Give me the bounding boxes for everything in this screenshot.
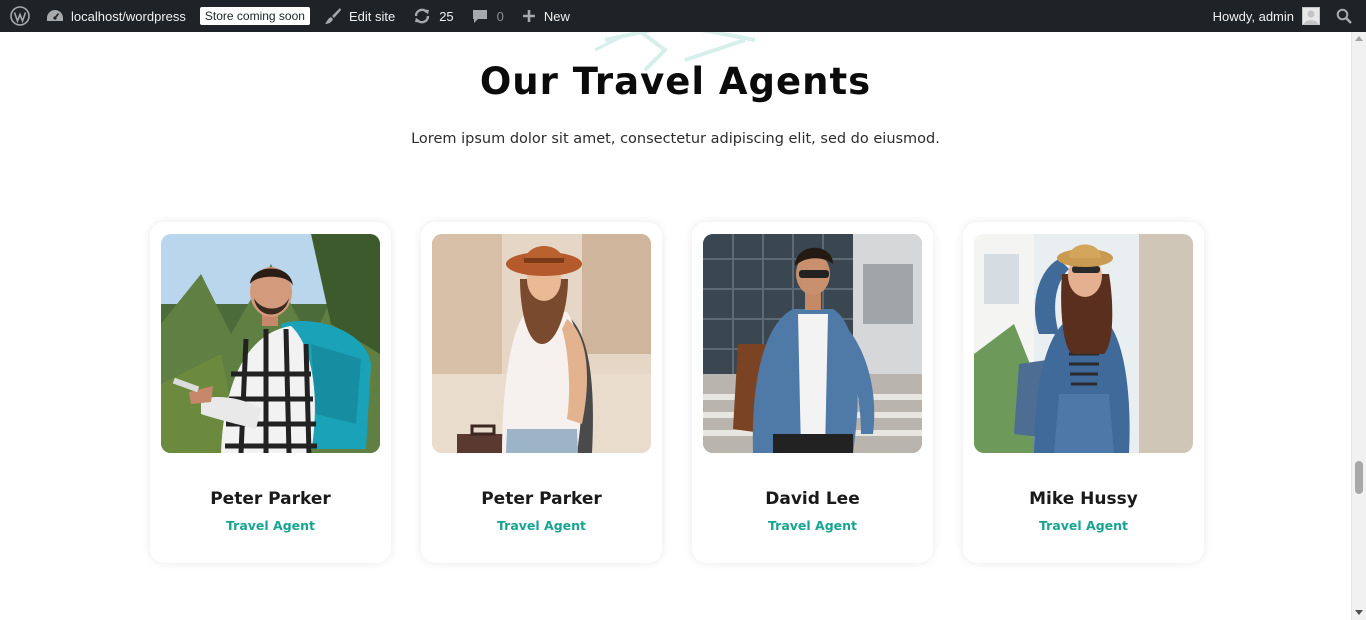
- agent-name: Peter Parker: [210, 489, 331, 509]
- agent-role: Travel Agent: [497, 518, 586, 533]
- agent-name: David Lee: [765, 489, 860, 509]
- edit-site-link[interactable]: Edit site: [316, 0, 401, 32]
- agent-card[interactable]: Mike Hussy Travel Agent: [963, 222, 1204, 563]
- agent-card[interactable]: David Lee Travel Agent: [692, 222, 933, 563]
- agent-name: Peter Parker: [481, 489, 602, 509]
- agent-card[interactable]: Peter Parker Travel Agent: [150, 222, 391, 563]
- store-status-link[interactable]: Store coming soon: [192, 0, 316, 32]
- comments-link[interactable]: 0: [460, 0, 510, 32]
- main-content: Our Travel Agents Lorem ipsum dolor sit …: [0, 32, 1351, 620]
- agent-card[interactable]: Peter Parker Travel Agent: [421, 222, 662, 563]
- store-coming-soon-badge: Store coming soon: [199, 7, 310, 25]
- brush-icon: [324, 8, 341, 24]
- agent-photo: [161, 234, 380, 453]
- dashboard-icon: [47, 10, 63, 21]
- edit-site-label: Edit site: [348, 8, 396, 24]
- section-subtitle: Lorem ipsum dolor sit amet, consectetur …: [411, 131, 940, 147]
- search-icon[interactable]: [1326, 0, 1366, 32]
- new-content-link[interactable]: New: [510, 0, 576, 32]
- updates-icon: [415, 8, 430, 24]
- new-label: New: [543, 8, 570, 24]
- comments-count: 0: [496, 8, 504, 24]
- scrollbar-thumb[interactable]: [1355, 461, 1363, 494]
- avatar: [1302, 7, 1320, 25]
- admin-bar: localhost/wordpress Store coming soon Ed…: [0, 0, 1366, 32]
- my-account-link[interactable]: Howdy, admin: [1207, 0, 1326, 32]
- agent-photo: [974, 234, 1193, 453]
- agent-name: Mike Hussy: [1029, 489, 1138, 509]
- scroll-up-arrow-icon[interactable]: [1355, 36, 1363, 41]
- comment-icon: [472, 10, 487, 23]
- wordpress-logo-icon[interactable]: [4, 0, 38, 32]
- updates-count: 25: [439, 8, 454, 24]
- agent-role: Travel Agent: [226, 518, 315, 533]
- agent-role: Travel Agent: [768, 518, 857, 533]
- updates-link[interactable]: 25: [401, 0, 459, 32]
- howdy-label: Howdy, admin: [1212, 8, 1294, 24]
- plus-icon: [522, 10, 535, 22]
- agent-photo: [432, 234, 651, 453]
- section-title: Our Travel Agents: [479, 60, 872, 103]
- site-name-link[interactable]: localhost/wordpress: [38, 0, 192, 32]
- site-name-label: localhost/wordpress: [71, 8, 186, 24]
- agents-grid: Peter Parker Travel Agent Peter Parker T…: [150, 222, 1204, 563]
- agent-role: Travel Agent: [1039, 518, 1128, 533]
- scroll-down-arrow-icon[interactable]: [1355, 610, 1363, 615]
- page-scrollbar[interactable]: [1351, 32, 1366, 620]
- agent-photo: [703, 234, 922, 453]
